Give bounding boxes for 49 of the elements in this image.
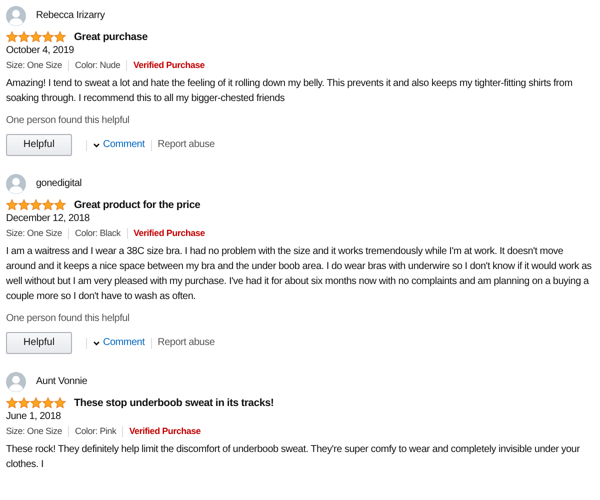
helpful-count: One person found this helpful [6,114,130,128]
star-icon [18,31,30,43]
review-date: October 4, 2019 [6,44,75,58]
verified-purchase-label: Verified Purchase [134,227,205,240]
star-icon [18,397,30,409]
comment-link[interactable]: Comment [93,138,145,152]
report-abuse-link[interactable]: Report abuse [158,138,215,152]
review-text: These rock! They definitely help limit the discomfort of underboob sweat. They're super comfy to wear and completely invisible under your clothes. I [6,443,581,472]
review-title[interactable]: Great product for the price [74,198,200,212]
verified-purchase-label: Verified Purchase [133,59,205,72]
star-icon [30,199,42,211]
caret-icon [93,142,100,148]
color-label[interactable]: Color: Black [75,226,121,240]
color-label[interactable]: Color: Pink [75,424,116,438]
star-icon [42,31,54,43]
review-title[interactable]: These stop underboob sweat in its tracks! [74,396,274,410]
star-icon [6,397,18,409]
star-icon [42,397,54,409]
star-icon [30,397,42,409]
verified-purchase-label: Verified Purchase [129,425,201,438]
star-icon [54,31,66,43]
review-date: June 1, 2018 [6,410,62,424]
star-icon [6,199,18,211]
avatar-icon [6,174,26,194]
size-label[interactable]: Size: One Size [6,226,62,240]
caret-icon [93,340,100,346]
review-text: Amazing! I tend to sweat a lot and hate the feeling of it rolling down my belly. This prevents it and also keeps my tighter-fitting shirts from soaking through. I recommend this to all my bigger-chested friends [6,77,574,106]
star-icon [30,31,42,43]
review-date: December 12, 2018 [6,212,91,226]
size-label[interactable]: Size: One Size [6,424,62,438]
reviewer-name[interactable]: Aunt Vonnie [36,375,88,389]
helpful-button[interactable]: Helpful [6,332,72,354]
color-label[interactable]: Color: Nude [75,58,120,72]
helpful-count: One person found this helpful [6,312,130,326]
reviewer-name[interactable]: gonedigital [36,177,82,191]
star-icon [18,199,30,211]
star-icon [54,199,66,211]
reviewer-name[interactable]: Rebecca Irizarry [36,9,105,23]
comment-link[interactable]: Comment [93,336,145,350]
star-icon [6,31,18,43]
helpful-button[interactable]: Helpful [6,134,72,156]
size-label[interactable]: Size: One Size [6,58,62,72]
avatar-icon [6,6,26,26]
avatar-icon [6,372,26,392]
star-icon [54,397,66,409]
review-text: I am a waitress and I wear a 38C size bra. I had no problem with the size and it works tremendously while I'm at work. It doesn't move around and it keeps a nice space between my bra and the under boob area. I do wear bras with underwire so I don't know if it would work as well without but I am very pleased with my purchase. I've had it for about six months now with no complaints and am planning on a buying a couple more so I don't have to wash as often. [6,245,592,304]
report-abuse-link[interactable]: Report abuse [158,336,215,350]
star-icon [42,199,54,211]
review-title[interactable]: Great purchase [74,30,148,44]
